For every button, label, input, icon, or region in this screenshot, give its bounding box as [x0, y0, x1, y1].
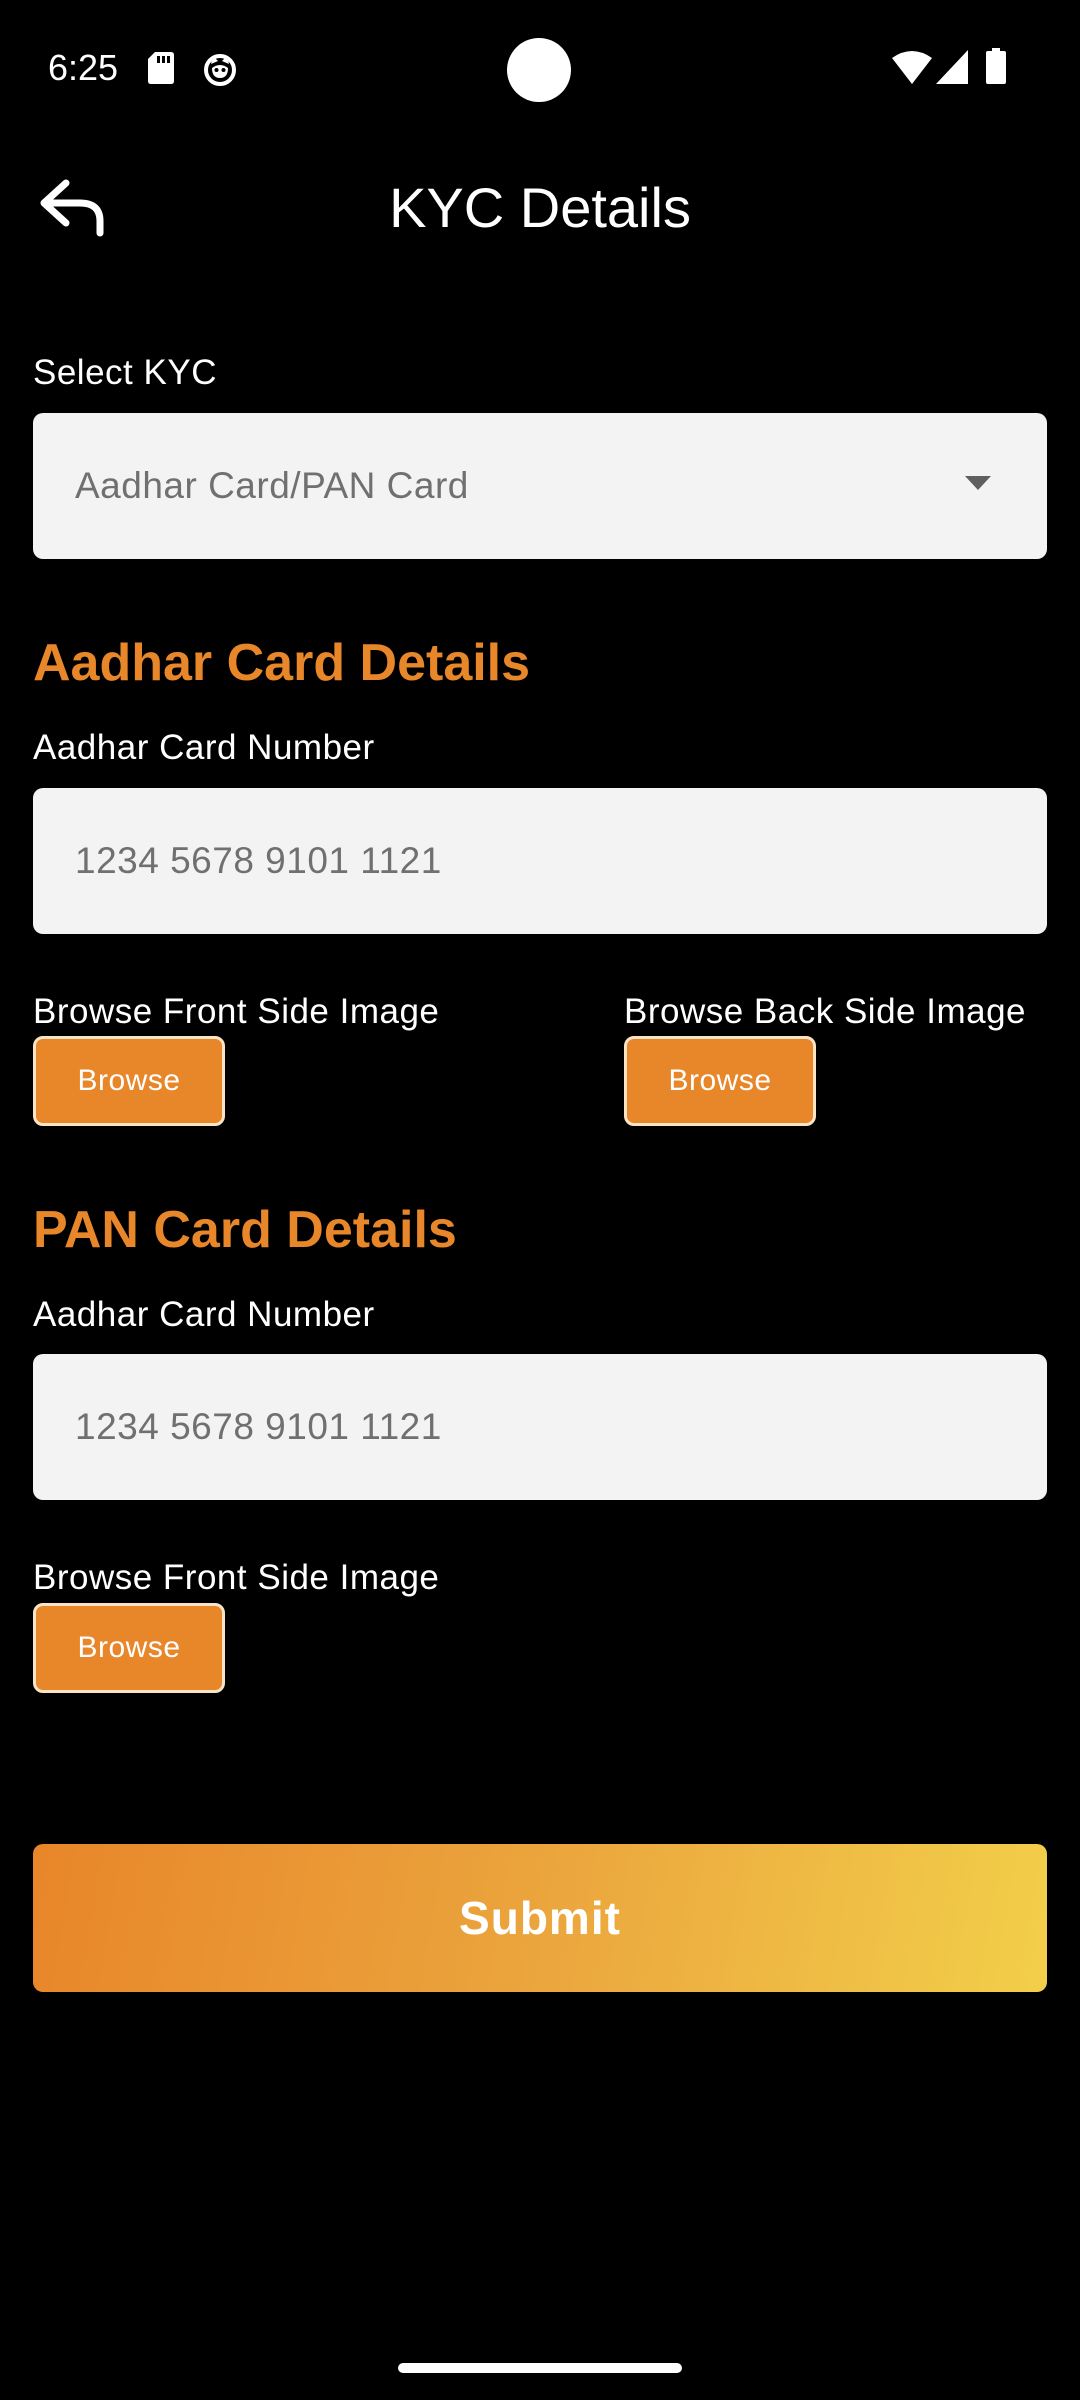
status-time: 6:25	[48, 47, 119, 88]
wifi-icon	[892, 51, 932, 84]
cat-notification-icon	[204, 54, 236, 86]
camera-cutout	[507, 38, 571, 102]
sd-card-icon	[148, 52, 174, 84]
pan-number-input[interactable]: 1234 5678 9101 1121	[33, 1354, 1047, 1500]
aadhar-section-heading: Aadhar Card Details	[33, 634, 531, 692]
kyc-type-value: Aadhar Card/PAN Card	[75, 465, 469, 506]
kyc-details-screen: 6:25 KYC Details Select KYC Aadhar Card/…	[0, 0, 1080, 2400]
aadhar-front-label: Browse Front Side Image	[33, 992, 440, 1031]
aadhar-front-browse-button[interactable]: Browse	[33, 1036, 225, 1126]
aadhar-back-label: Browse Back Side Image	[624, 992, 1027, 1031]
submit-button[interactable]: Submit	[33, 1844, 1047, 1992]
pan-front-label: Browse Front Side Image	[33, 1558, 440, 1597]
dropdown-arrow-icon	[965, 476, 991, 490]
aadhar-back-browse-button[interactable]: Browse	[624, 1036, 816, 1126]
home-indicator[interactable]	[398, 2363, 682, 2373]
select-kyc-label: Select KYC	[33, 353, 217, 392]
pan-front-browse-button[interactable]: Browse	[33, 1603, 225, 1693]
battery-icon	[986, 48, 1006, 84]
status-bar: 6:25	[0, 0, 1080, 140]
pan-number-label: Aadhar Card Number	[33, 1295, 375, 1334]
pan-number-placeholder: 1234 5678 9101 1121	[75, 1406, 442, 1447]
signal-icon	[936, 50, 968, 84]
page-title: KYC Details	[389, 176, 691, 239]
aadhar-number-label: Aadhar Card Number	[33, 728, 375, 767]
pan-section-heading: PAN Card Details	[33, 1201, 457, 1259]
aadhar-number-placeholder: 1234 5678 9101 1121	[75, 840, 442, 881]
aadhar-number-input[interactable]: 1234 5678 9101 1121	[33, 788, 1047, 934]
kyc-type-dropdown[interactable]: Aadhar Card/PAN Card	[33, 413, 1047, 559]
